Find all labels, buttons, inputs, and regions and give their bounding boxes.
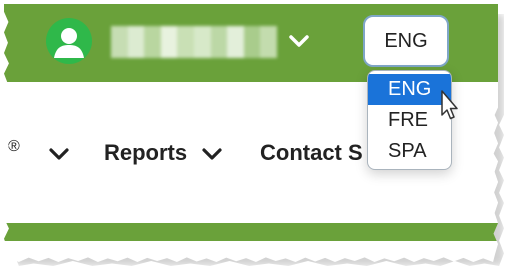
screenshot-canvas: ENG ® Reports Contact S ENG FRE SPA xyxy=(0,0,507,274)
language-option-spa[interactable]: SPA xyxy=(368,136,451,167)
pointer-cursor-icon xyxy=(440,89,462,123)
chevron-down-icon[interactable] xyxy=(201,146,223,167)
nav-item-reports-label: Reports xyxy=(104,140,188,165)
torn-paper-frame: ENG ® Reports Contact S ENG FRE SPA xyxy=(4,4,498,262)
language-option-label: FRE xyxy=(388,109,428,131)
language-option-label: SPA xyxy=(388,140,427,162)
nav-item-contact-label: Contact S xyxy=(260,140,363,165)
language-option-fre[interactable]: FRE xyxy=(368,105,451,136)
language-select-button[interactable]: ENG xyxy=(363,15,449,67)
chevron-down-icon[interactable] xyxy=(48,146,70,167)
chevron-down-icon[interactable] xyxy=(287,32,311,50)
language-option-eng[interactable]: ENG xyxy=(368,74,451,105)
nav-item-truncated-trademark[interactable]: ® xyxy=(8,132,20,162)
nav-item-contact[interactable]: Contact S xyxy=(260,138,372,168)
language-option-label: ENG xyxy=(388,78,432,100)
language-select-label: ENG xyxy=(384,29,428,52)
redacted-username[interactable] xyxy=(111,26,277,58)
registered-trademark-mark: ® xyxy=(8,138,20,155)
bottom-green-band xyxy=(4,223,498,241)
nav-item-reports[interactable]: Reports xyxy=(104,138,187,168)
user-avatar-icon[interactable] xyxy=(46,18,92,64)
